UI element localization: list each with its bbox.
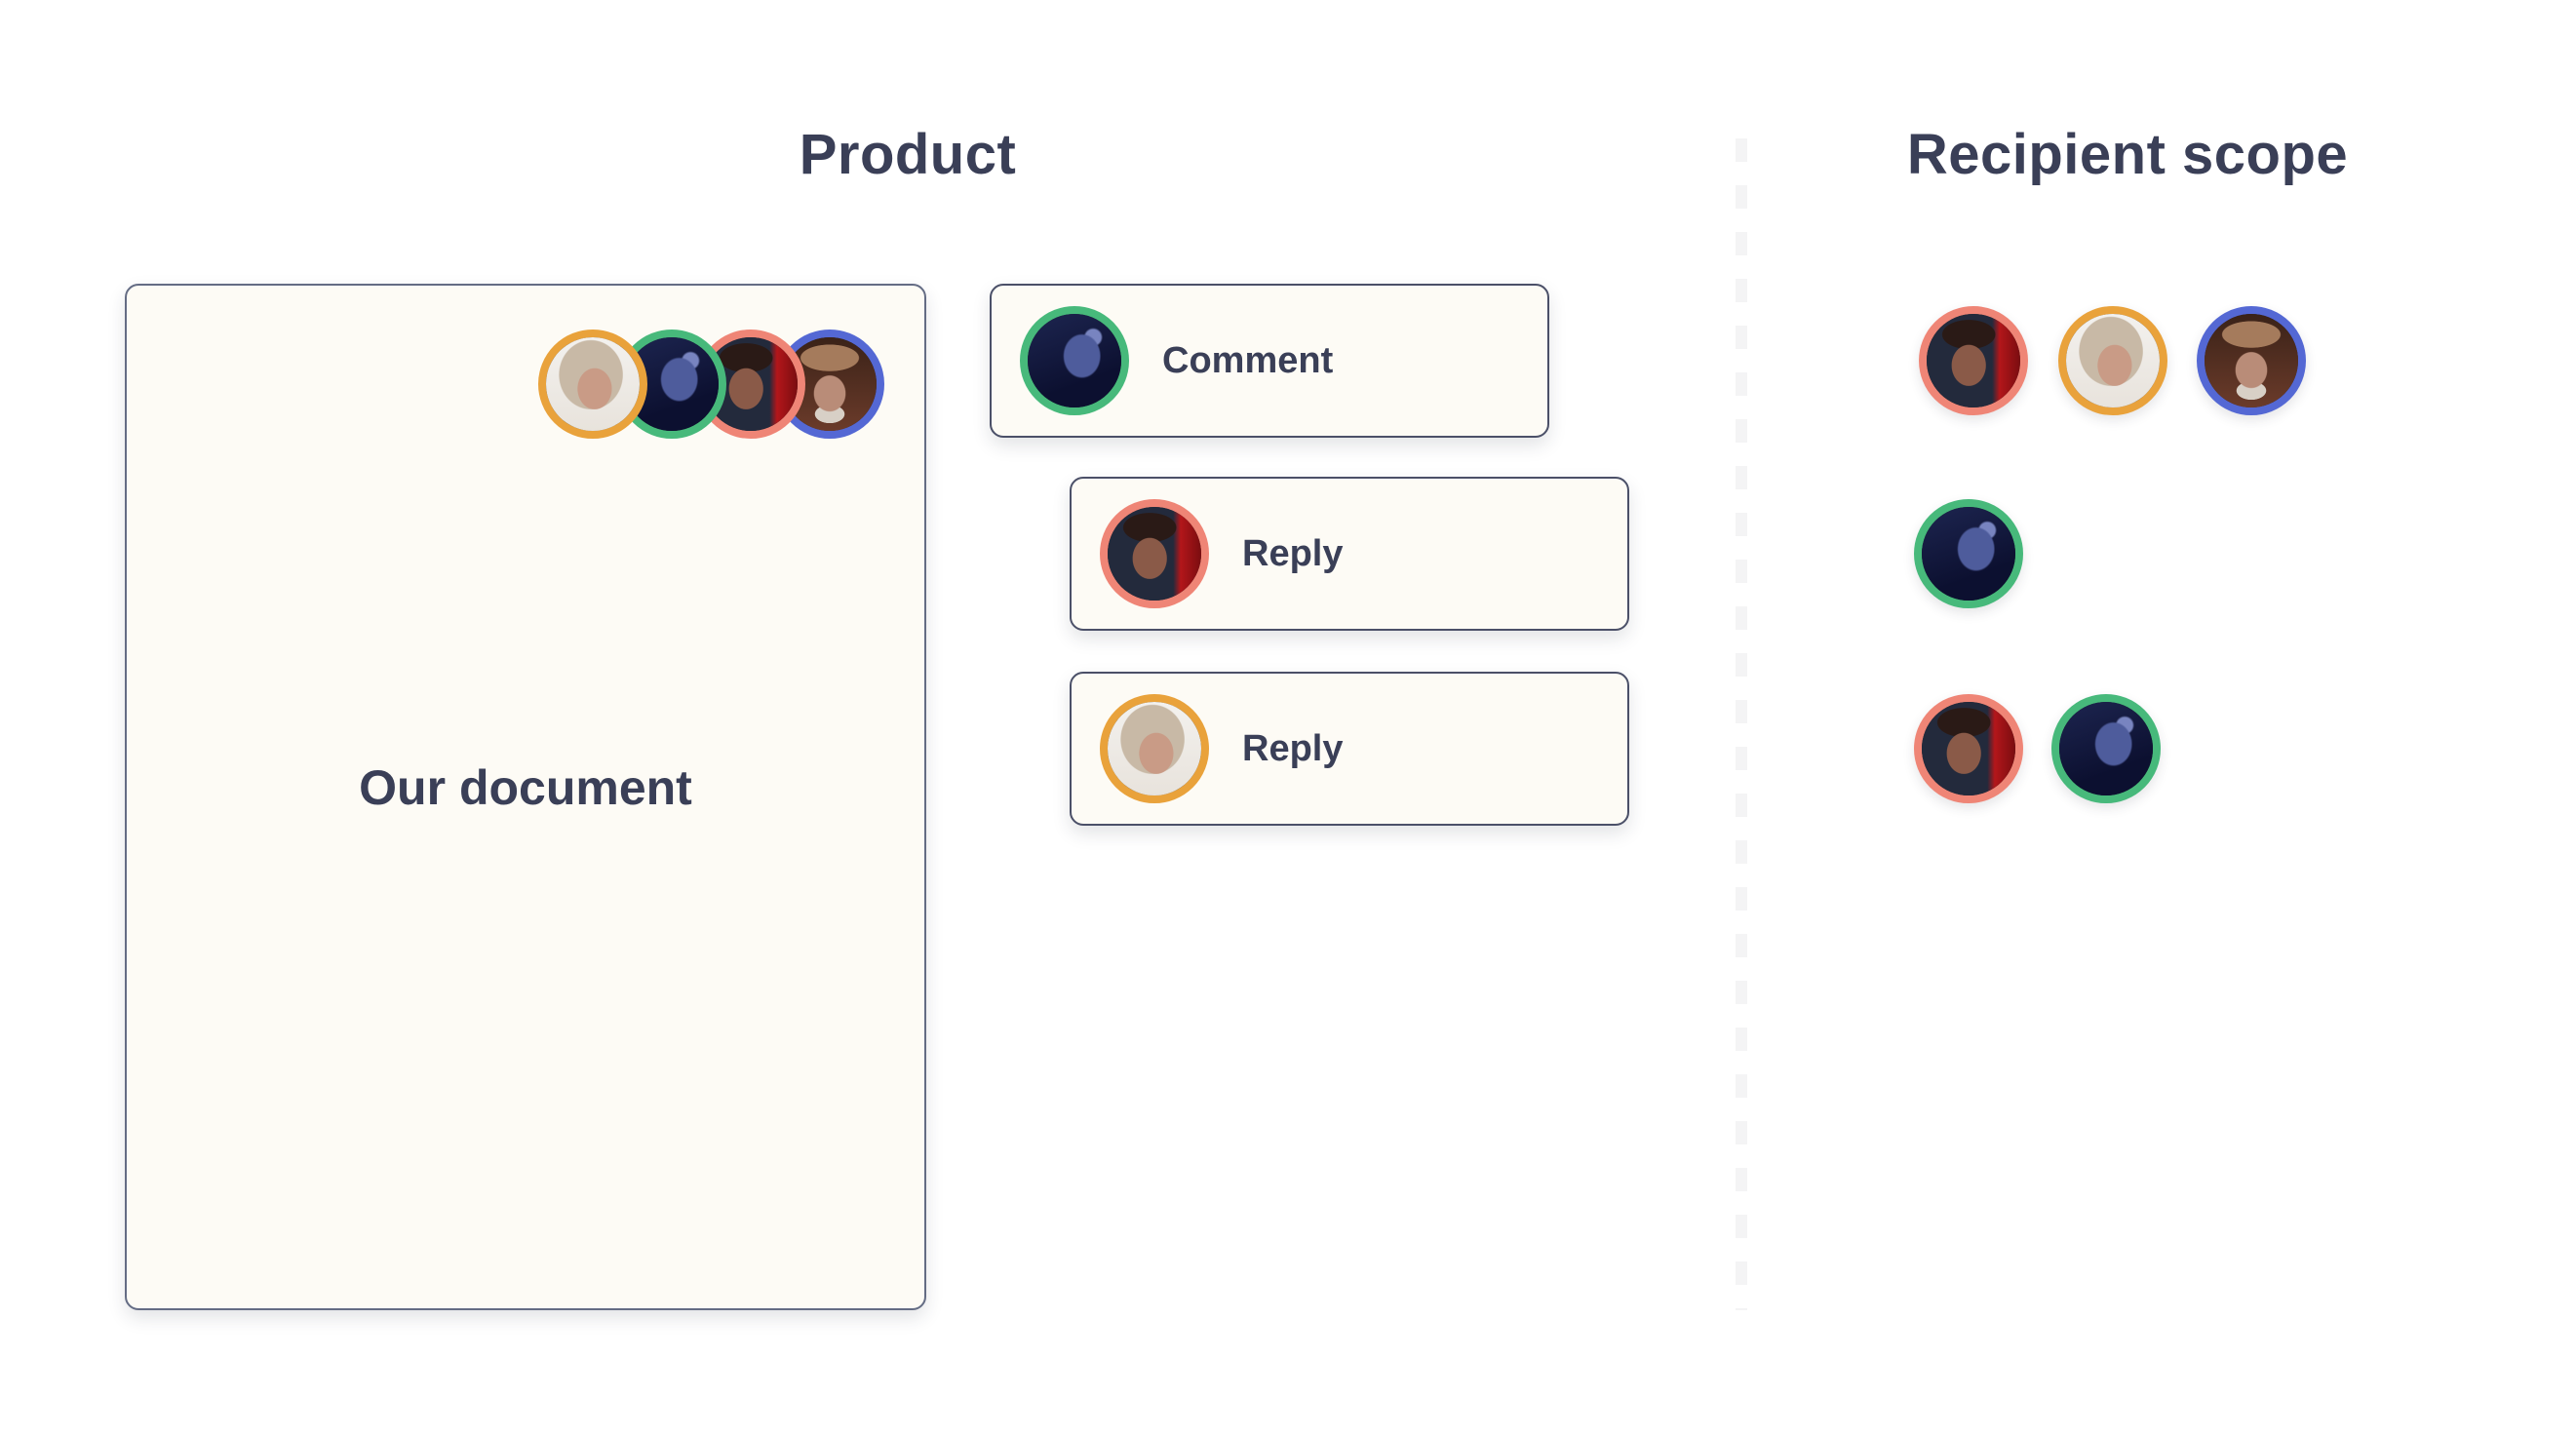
comment-author-avatar [1020, 306, 1129, 415]
section-divider [1736, 138, 1747, 1310]
recipient-scope-title: Recipient scope [1906, 123, 2349, 186]
recipient-avatar-green [2051, 694, 2161, 803]
reply-label: Reply [1242, 532, 1344, 574]
reply-author-avatar [1100, 694, 1209, 803]
person-photo-icon [1028, 314, 1121, 407]
person-photo-icon [2205, 314, 2298, 407]
person-photo-icon [2066, 314, 2160, 407]
reply-card[interactable]: Reply [1070, 672, 1629, 826]
person-photo-icon [1108, 702, 1201, 795]
comment-label: Comment [1162, 339, 1334, 381]
reply-label: Reply [1242, 727, 1344, 769]
recipient-avatar-orange [2058, 306, 2167, 415]
recipient-avatar-salmon [1914, 694, 2023, 803]
reply-author-avatar [1100, 499, 1209, 608]
person-photo-icon [1108, 507, 1201, 601]
reply-card[interactable]: Reply [1070, 477, 1629, 631]
person-photo-icon [546, 337, 640, 431]
recipient-avatar-green [1914, 499, 2023, 608]
person-photo-icon [2059, 702, 2153, 795]
person-photo-icon [1922, 507, 2015, 601]
recipient-avatar-blue [2197, 306, 2306, 415]
product-title: Product [799, 123, 1017, 186]
comment-card[interactable]: Comment [990, 284, 1549, 438]
participant-avatar-stack [538, 330, 928, 439]
recipient-avatar-salmon [1919, 306, 2028, 415]
document-label: Our document [359, 760, 692, 815]
avatar-orange [538, 330, 647, 439]
document-card[interactable]: Our document [125, 284, 926, 1310]
person-photo-icon [1922, 702, 2015, 795]
person-photo-icon [1927, 314, 2020, 407]
